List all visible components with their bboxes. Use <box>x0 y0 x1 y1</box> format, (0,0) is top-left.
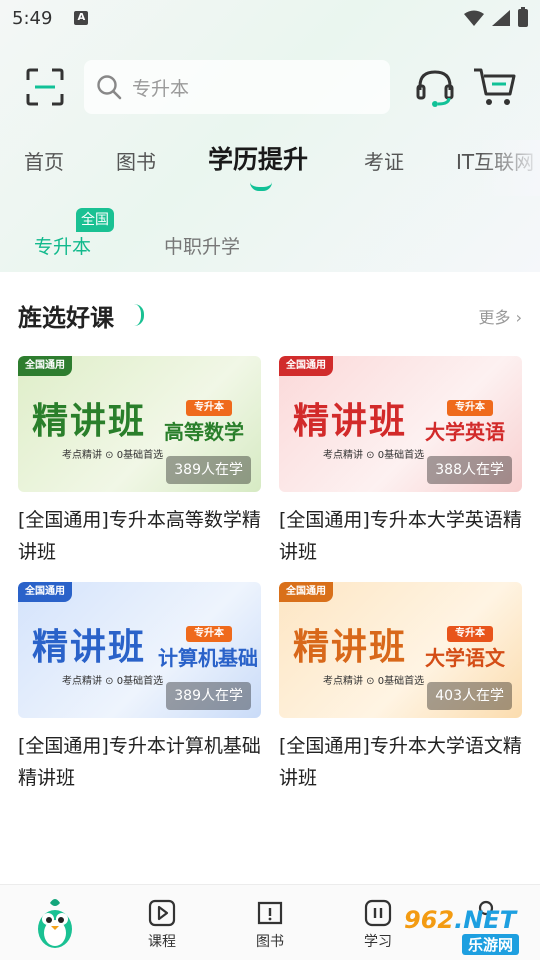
course-card[interactable]: 全国通用 精讲班 专升本 大学英语 考点精讲 ⊙ 0基础首选 388人在学 [全… <box>279 356 522 568</box>
battery-icon <box>518 7 528 27</box>
thumb-tags: 考点精讲 ⊙ 0基础首选 <box>323 450 425 461</box>
enroll-count: 389人在学 <box>166 456 251 484</box>
thumb-pill: 专升本 <box>186 626 232 642</box>
sub-tab-vocational[interactable]: 中职升学 <box>164 232 240 259</box>
thumb-main-text: 精讲班 <box>32 626 147 668</box>
thumb-subject: 大学英语 <box>425 420 505 444</box>
nav-label: 学习 <box>364 934 392 950</box>
thumb-tag: 全国通用 <box>279 582 333 602</box>
top-header: 专升本 <box>0 58 540 114</box>
customer-service-icon[interactable] <box>414 66 456 108</box>
wifi-icon <box>464 10 484 26</box>
thumb-tags: 考点精讲 ⊙ 0基础首选 <box>62 450 164 461</box>
nav-study[interactable]: 学习 <box>348 895 408 951</box>
notification-icon: A <box>74 11 89 25</box>
course-title: [全国通用]专升本计算机基础精讲班 <box>18 735 261 789</box>
tabs-fade <box>480 140 540 196</box>
section-title: 旌选好课 <box>18 304 114 332</box>
thumb-main-text: 精讲班 <box>293 626 408 668</box>
course-card[interactable]: 全国通用 精讲班 专升本 计算机基础 考点精讲 ⊙ 0基础首选 389人在学 [… <box>18 582 261 794</box>
category-tabs: 首页 图书 学历提升 考证 IT互联网 <box>0 140 540 196</box>
course-title: [全国通用]专升本大学语文精讲班 <box>279 735 522 789</box>
enroll-count: 389人在学 <box>166 682 251 710</box>
mascot-icon[interactable] <box>32 895 78 951</box>
course-card[interactable]: 全国通用 精讲班 专升本 大学语文 考点精讲 ⊙ 0基础首选 403人在学 [全… <box>279 582 522 794</box>
watermark-logo: 962.NET 乐游网 <box>400 904 540 960</box>
tab-certificate[interactable]: 考证 <box>364 140 404 184</box>
thumb-tags: 考点精讲 ⊙ 0基础首选 <box>323 676 425 687</box>
watermark-net: .NET <box>454 906 517 934</box>
thumb-subject: 计算机基础 <box>158 646 258 670</box>
thumb-pill: 专升本 <box>447 626 493 642</box>
nav-label: 课程 <box>148 934 176 950</box>
thumb-tag: 全国通用 <box>279 356 333 376</box>
thumb-pill: 专升本 <box>447 400 493 416</box>
watermark-number: 962 <box>404 906 455 934</box>
thumb-tags: 考点精讲 ⊙ 0基础首选 <box>62 676 164 687</box>
thumb-subject: 高等数学 <box>164 420 244 444</box>
nav-label: 图书 <box>256 934 284 950</box>
thumb-tag: 全国通用 <box>18 356 72 376</box>
course-thumbnail: 全国通用 精讲班 专升本 计算机基础 考点精讲 ⊙ 0基础首选 389人在学 <box>18 582 261 718</box>
search-placeholder: 专升本 <box>132 77 190 100</box>
thumb-pill: 专升本 <box>186 400 232 416</box>
active-tab-indicator <box>250 182 272 191</box>
status-bar: 5:49 A <box>0 0 540 36</box>
watermark-text: 乐游网 <box>462 934 520 955</box>
enroll-count: 388人在学 <box>427 456 512 484</box>
scan-icon[interactable] <box>26 68 64 106</box>
status-time: 5:49 <box>12 7 53 29</box>
course-thumbnail: 全国通用 精讲班 专升本 大学英语 考点精讲 ⊙ 0基础首选 388人在学 <box>279 356 522 492</box>
tab-books[interactable]: 图书 <box>116 140 156 184</box>
book-icon <box>257 901 283 925</box>
course-card[interactable]: 全国通用 精讲班 专升本 高等数学 考点精讲 ⊙ 0基础首选 389人在学 [全… <box>18 356 261 568</box>
enroll-count: 403人在学 <box>427 682 512 710</box>
course-thumbnail: 全国通用 精讲班 专升本 高等数学 考点精讲 ⊙ 0基础首选 389人在学 <box>18 356 261 492</box>
more-link[interactable]: 更多 › <box>479 304 523 328</box>
study-icon <box>364 899 392 927</box>
sub-tabs: 全国 专升本 中职升学 <box>0 206 540 266</box>
signal-icon <box>492 10 510 26</box>
section-decoration <box>134 304 144 326</box>
thumb-main-text: 精讲班 <box>293 400 408 442</box>
tab-academic-upgrade[interactable]: 学历提升 <box>208 140 308 182</box>
sub-tab-upgrade[interactable]: 专升本 <box>34 232 91 259</box>
course-title: [全国通用]专升本高等数学精讲班 <box>18 509 261 563</box>
search-input[interactable]: 专升本 <box>84 60 390 114</box>
thumb-main-text: 精讲班 <box>32 400 147 442</box>
nav-books[interactable]: 图书 <box>240 895 300 951</box>
cart-icon[interactable] <box>472 66 516 108</box>
thumb-subject: 大学语文 <box>425 646 505 670</box>
course-title: [全国通用]专升本大学英语精讲班 <box>279 509 522 563</box>
search-icon <box>97 75 122 100</box>
nav-courses[interactable]: 课程 <box>132 895 192 951</box>
play-icon <box>148 899 176 927</box>
thumb-tag: 全国通用 <box>18 582 72 602</box>
tab-home[interactable]: 首页 <box>24 140 64 184</box>
course-thumbnail: 全国通用 精讲班 专升本 大学语文 考点精讲 ⊙ 0基础首选 403人在学 <box>279 582 522 718</box>
sub-tab-badge: 全国 <box>76 208 114 232</box>
